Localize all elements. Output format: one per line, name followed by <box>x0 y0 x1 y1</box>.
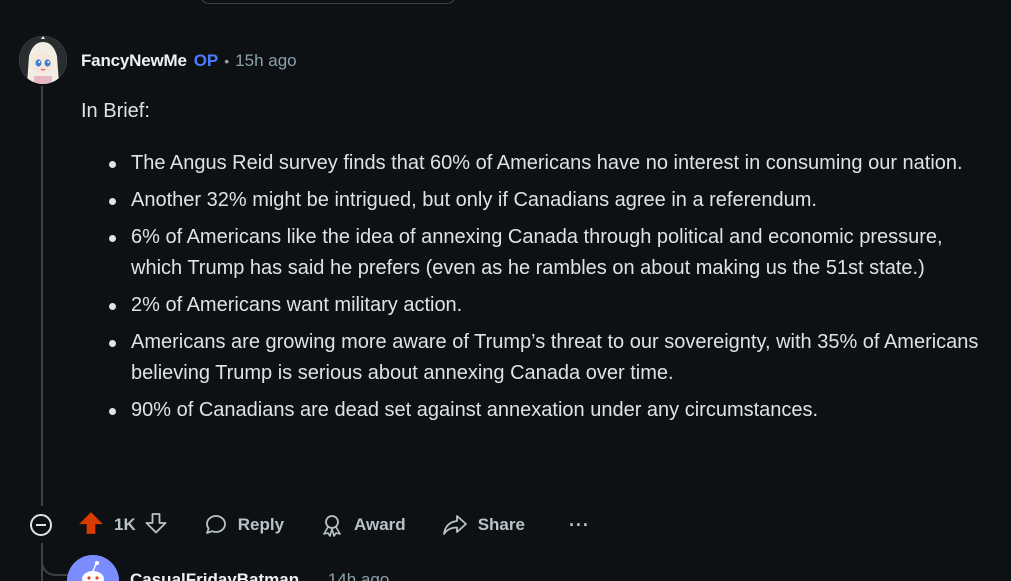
speech-bubble-icon <box>205 515 226 534</box>
vote-controls: 1K <box>78 510 168 541</box>
separator-dot: • <box>224 53 230 69</box>
award-label: Award <box>354 515 406 534</box>
reply-connector <box>41 548 69 576</box>
next-comment-author[interactable]: CasualFridayBatman <box>130 570 299 581</box>
bullet-item: Another 32% might be intrigued, but only… <box>109 185 981 216</box>
snoo-avatar-icon <box>67 555 119 581</box>
share-button[interactable]: Share <box>442 513 525 537</box>
comment-header: FancyNewMe OP • 15h ago <box>81 49 297 73</box>
comment-body: In Brief: The Angus Reid survey finds th… <box>81 96 981 432</box>
bullet-item: The Angus Reid survey finds that 60% of … <box>109 148 981 179</box>
downvote-arrow-icon <box>145 512 167 533</box>
bullet-list: The Angus Reid survey finds that 60% of … <box>81 148 981 426</box>
bullet-item: 90% of Canadians are dead set against an… <box>109 395 981 426</box>
reply-button[interactable]: Reply <box>204 513 284 537</box>
share-label: Share <box>477 515 525 534</box>
upvote-arrow-icon <box>79 511 103 534</box>
more-options-button[interactable]: ··· <box>569 515 590 536</box>
downvote-button[interactable] <box>144 511 168 540</box>
previous-element-edge <box>200 0 456 4</box>
reply-label: Reply <box>237 515 285 534</box>
thread-line[interactable] <box>41 86 43 506</box>
ellipsis-icon: ··· <box>568 514 590 535</box>
op-badge: OP <box>193 51 219 70</box>
collapse-thread-button[interactable] <box>30 514 52 536</box>
vote-count: 1K <box>114 515 136 534</box>
award-ribbon-icon <box>323 515 341 537</box>
anime-avatar-icon <box>19 36 67 84</box>
next-comment-timestamp[interactable]: 14h ago <box>328 570 389 581</box>
author-name[interactable]: FancyNewMe <box>81 51 187 71</box>
share-arrow-icon <box>442 515 467 535</box>
author-avatar[interactable] <box>19 36 67 84</box>
next-comment-avatar[interactable] <box>67 555 119 581</box>
upvote-button[interactable] <box>78 510 104 541</box>
comment-timestamp[interactable]: 15h ago <box>235 51 296 71</box>
comment-action-bar: 1K Reply Award Share ··· <box>30 506 590 544</box>
award-button[interactable]: Award <box>320 513 406 537</box>
bullet-item: 6% of Americans like the idea of annexin… <box>109 222 981 284</box>
next-comment-header: CasualFridayBatman 14h ago <box>130 570 389 581</box>
bullet-item: 2% of Americans want military action. <box>109 290 981 321</box>
comment-intro: In Brief: <box>81 100 150 122</box>
bullet-item: Americans are growing more aware of Trum… <box>109 327 981 389</box>
